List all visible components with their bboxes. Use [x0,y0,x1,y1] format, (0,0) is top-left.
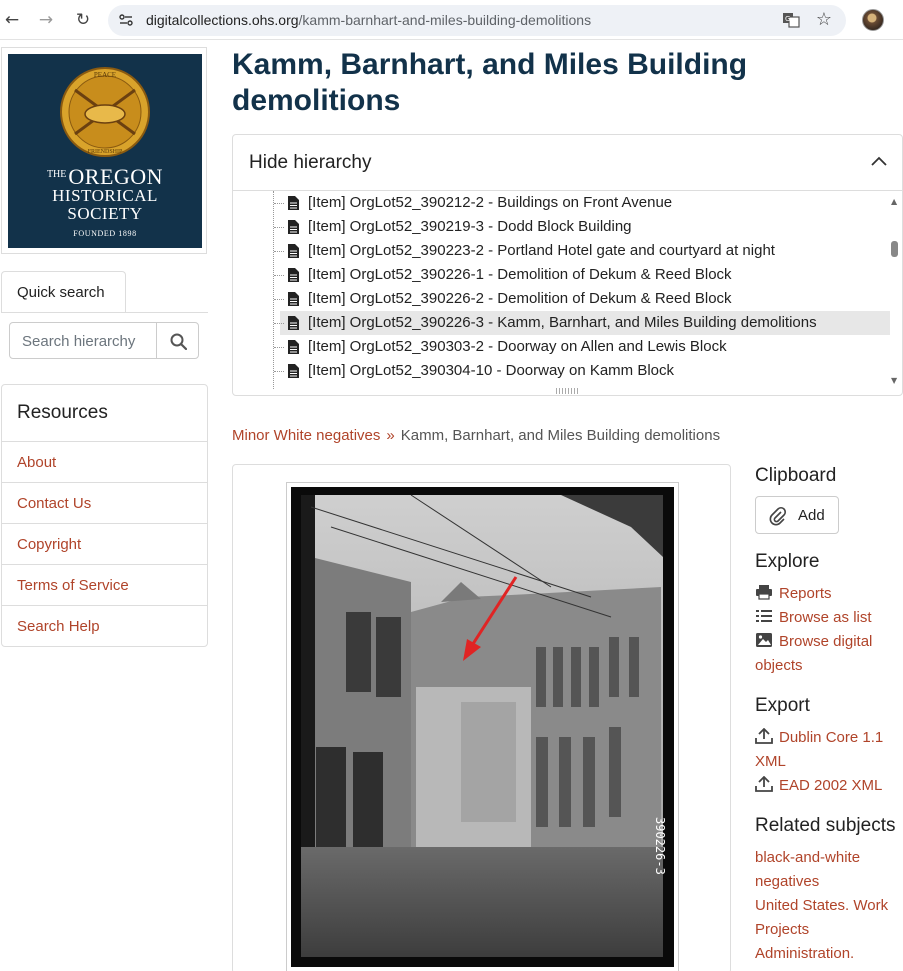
logo-frame[interactable]: PEACE FRIENDSHIP THEOREGON HISTORICAL SO… [1,47,207,254]
scroll-up-icon[interactable]: ▲ [891,197,897,206]
url-text[interactable]: digitalcollections.ohs.org/kamm-barnhart… [146,12,591,28]
hierarchy-item-label: [Item] OrgLot52_390304-10 - Doorway on K… [308,362,675,379]
hierarchy-item[interactable]: [Item] OrgLot52_390226-1 - Demolition of… [274,263,890,287]
hierarchy-toggle-label: Hide hierarchy [249,152,372,173]
hierarchy-item[interactable]: [Item] OrgLot52_390223-2 - Portland Hote… [274,239,890,263]
back-arrow-icon[interactable]: ← [2,10,22,30]
document-icon [288,244,299,258]
upload-icon [755,728,773,744]
document-icon [288,340,299,354]
hide-hierarchy-toggle[interactable]: Hide hierarchy [233,135,902,191]
hierarchy-item-label: [Item] OrgLot52_390303-2 - Doorway on Al… [308,338,727,355]
hierarchy-item-label: [Item] OrgLot52_390226-3 - Kamm, Barnhar… [308,314,817,331]
resources-panel: Resources About Contact Us Copyright Ter… [1,384,208,647]
breadcrumb: Minor White negatives» Kamm, Barnhart, an… [232,427,721,444]
clipboard-heading: Clipboard [755,465,837,486]
resources-link-terms[interactable]: Terms of Service [2,565,207,606]
browse-digital-objects-link[interactable]: Browse digital objects [755,630,903,678]
demolition-photograph: 390226-3 [291,487,674,967]
resize-handle[interactable] [556,388,580,394]
hierarchy-item-label: [Item] OrgLot52_390226-2 - Demolition of… [308,290,732,307]
resources-link-contact[interactable]: Contact Us [2,483,207,524]
subject-link-black-and-white-negatives[interactable]: black-and-white negatives [755,846,903,894]
site-info-icon[interactable] [118,12,134,28]
clipboard-add-button[interactable]: Add [755,496,839,534]
search-button[interactable] [156,322,199,359]
hierarchy-item[interactable]: [Item] OrgLot52_390304-10 - Doorway on K… [274,359,890,383]
resources-link-about[interactable]: About [2,442,207,483]
breadcrumb-current: Kamm, Barnhart, and Miles Building demol… [400,427,721,444]
hierarchy-item[interactable]: [Item] OrgLot52_390219-3 - Dodd Block Bu… [274,215,890,239]
forward-arrow-icon[interactable]: → [36,10,56,30]
translate-icon[interactable]: G [782,12,800,28]
subject-link-wpa[interactable]: United States. Work Projects Administratio… [755,894,903,966]
svg-text:FRIENDSHIP: FRIENDSHIP [88,149,123,155]
resources-link-copyright[interactable]: Copyright [2,524,207,565]
quick-search-panel: Search hierarchy [1,312,208,367]
logo-line-historical: HISTORICAL [52,186,158,205]
document-icon [288,196,299,210]
explore-heading: Explore [755,551,820,572]
printer-icon [756,585,772,600]
search-hierarchy-input[interactable]: Search hierarchy [9,322,157,359]
scroll-down-icon[interactable]: ▼ [891,376,897,385]
resources-link-search-help[interactable]: Search Help [2,606,207,647]
dublin-core-export-link[interactable]: Dublin Core 1.1 XML [755,726,903,774]
paperclip-icon [769,506,787,526]
upload-icon [755,776,773,792]
hierarchy-panel: Hide hierarchy [Item] OrgLot52_390212-2 … [232,134,903,396]
reload-icon[interactable]: ↻ [73,10,93,30]
hierarchy-item-label: [Item] OrgLot52_390223-2 - Portland Hote… [308,242,775,259]
document-icon [288,220,299,234]
document-icon [288,364,299,378]
document-icon [288,292,299,306]
image-icon [756,633,772,647]
svg-text:G: G [785,15,790,23]
bookmark-star-icon[interactable]: ☆ [816,9,832,30]
digital-object-image[interactable]: 390226-3 [286,482,679,971]
document-icon [288,316,299,330]
list-icon [756,610,772,622]
export-heading: Export [755,695,810,716]
hierarchy-item[interactable]: [Item] OrgLot52_390226-2 - Demolition of… [274,287,890,311]
resources-heading: Resources [2,385,207,442]
reports-link[interactable]: Reports [755,582,903,606]
hierarchy-scrollbar[interactable]: ▲ ▼ [888,191,902,389]
ohs-logo: PEACE FRIENDSHIP THEOREGON HISTORICAL SO… [8,54,202,248]
hierarchy-item-label: [Item] OrgLot52_390212-2 - Buildings on … [308,194,673,211]
hierarchy-tree: [Item] OrgLot52_390212-2 - Buildings on … [233,191,893,389]
hierarchy-item-label: [Item] OrgLot52_390226-1 - Demolition of… [308,266,732,283]
search-icon [170,333,187,350]
svg-text:PEACE: PEACE [94,71,116,79]
hierarchy-item-label: [Item] OrgLot52_390219-3 - Dodd Block Bu… [308,218,632,235]
breadcrumb-parent-link[interactable]: Minor White negatives [232,427,380,444]
logo-line-society: SOCIETY [67,204,143,223]
tab-quick-search[interactable]: Quick search [1,271,126,313]
ead-export-link[interactable]: EAD 2002 XML [755,774,903,798]
document-icon [288,268,299,282]
browser-toolbar: ← → ↻ digitalcollections.ohs.org/kamm-ba… [0,0,903,40]
svg-text:390226-3: 390226-3 [653,817,667,875]
profile-avatar[interactable] [862,9,884,31]
hierarchy-item-selected[interactable]: [Item] OrgLot52_390226-3 - Kamm, Barnhar… [274,311,890,335]
digital-object-card: 390226-3 [232,464,731,971]
address-bar[interactable]: digitalcollections.ohs.org/kamm-barnhart… [108,5,846,36]
hierarchy-item[interactable]: [Item] OrgLot52_390212-2 - Buildings on … [274,191,890,215]
hierarchy-item[interactable]: [Item] OrgLot52_390303-2 - Doorway on Al… [274,335,890,359]
chevron-up-icon[interactable] [870,155,888,167]
logo-founded: FOUNDED 1898 [73,229,137,238]
browse-as-list-link[interactable]: Browse as list [755,606,903,630]
related-subjects-heading: Related subjects [755,815,896,836]
seal-icon: PEACE FRIENDSHIP [60,67,150,157]
page-title: Kamm, Barnhart, and Miles Building demoli… [232,48,748,117]
scroll-thumb[interactable] [891,241,898,257]
